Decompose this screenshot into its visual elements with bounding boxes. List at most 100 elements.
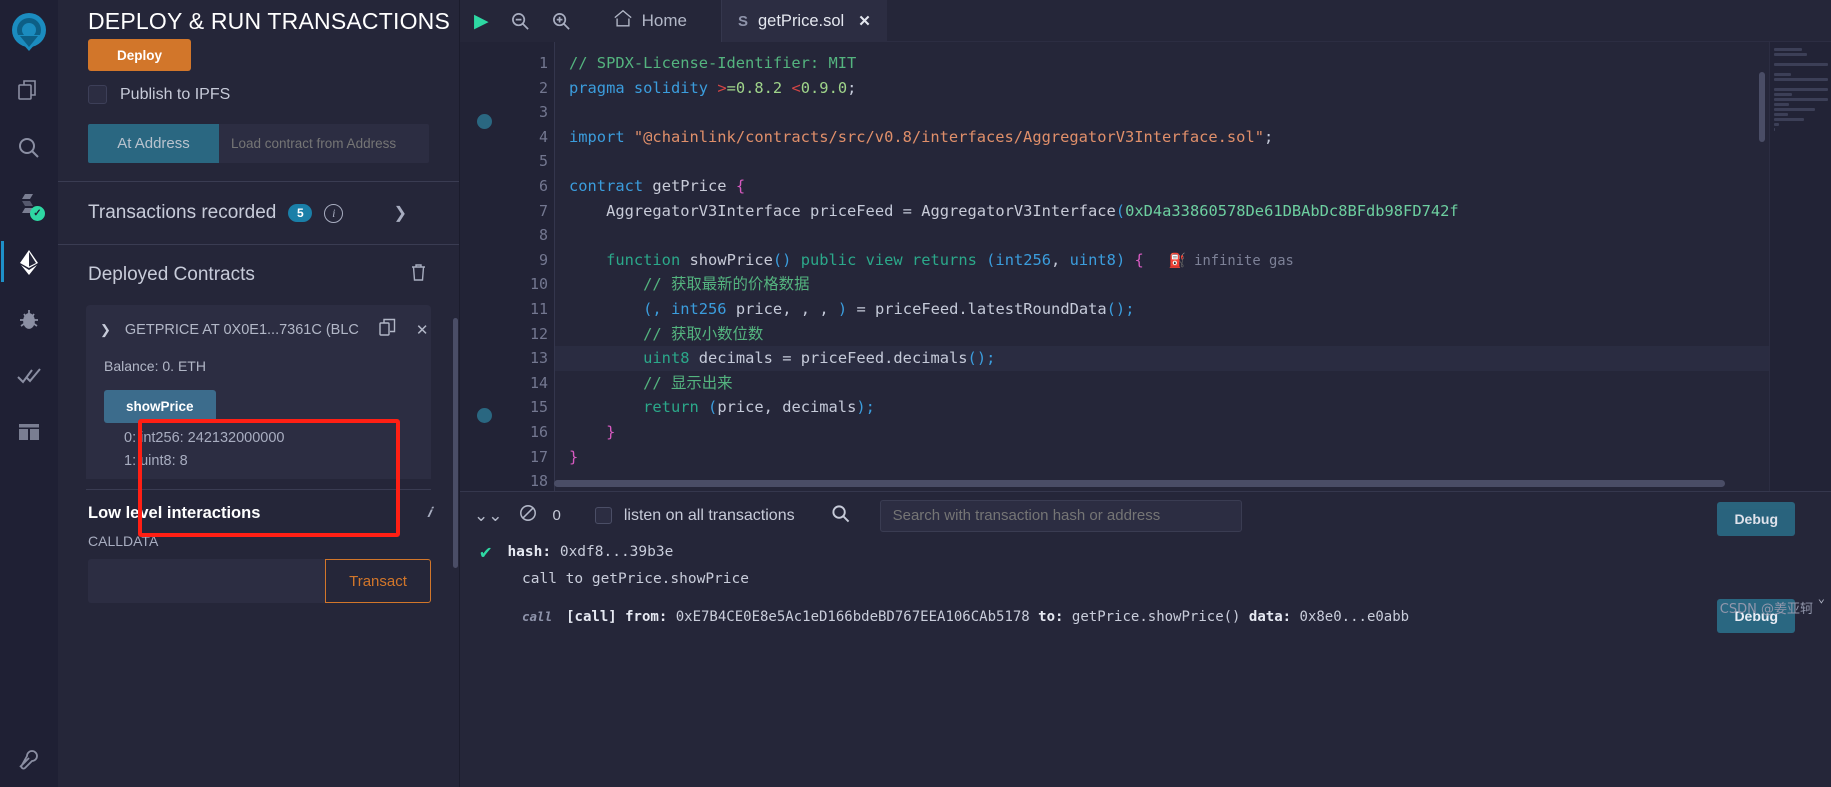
log-call-detail: [call] from: 0xE7B4CE0E8e5Ac1eD166bdeBD7…	[566, 609, 1409, 625]
sidebar-item-plugin-manager[interactable]	[1, 404, 57, 461]
sidebar-item-deploy-run[interactable]	[1, 233, 57, 290]
chevron-down-icon[interactable]: ❯	[100, 322, 111, 338]
minimap-line	[1774, 123, 1779, 126]
transactions-recorded-row[interactable]: Transactions recorded 5 i ❯	[58, 182, 459, 244]
zoom-in-icon[interactable]	[552, 12, 571, 31]
activity-icon-bar: ✓	[0, 0, 58, 787]
terminal-toolbar: ⌄⌄ 0 listen on all transactions	[460, 492, 1831, 539]
close-icon[interactable]: ✕	[858, 12, 871, 30]
info-icon[interactable]: 𝒊	[427, 506, 431, 522]
at-address-input[interactable]	[219, 124, 429, 163]
panel-scrollbar[interactable]	[453, 318, 458, 568]
contract-function-area: showPrice 0: int256: 242132000000 1: uin…	[86, 384, 431, 479]
contract-card-header[interactable]: ❯ GETPRICE AT 0X0E1...7361C (BLC ✕	[86, 305, 431, 354]
copy-icon[interactable]	[379, 318, 396, 341]
terminal-search-input[interactable]	[879, 499, 1242, 532]
sidebar-item-solidity-compiler[interactable]: ✓	[1, 176, 57, 233]
code-line[interactable]	[555, 223, 1831, 248]
from-label: from:	[625, 609, 668, 625]
code-line[interactable]: // 获取最新的价格数据	[555, 272, 1831, 297]
terminal-panel: ⌄⌄ 0 listen on all transactions Search w…	[460, 491, 1831, 787]
breakpoint-line14[interactable]	[477, 408, 492, 423]
search-icon[interactable]	[831, 504, 850, 528]
calldata-row: Transact	[88, 559, 431, 603]
clear-console-icon[interactable]	[519, 504, 537, 527]
close-icon[interactable]: ✕	[416, 321, 429, 339]
tab-strip-filler	[886, 0, 1831, 42]
editor-minimap[interactable]	[1769, 42, 1831, 491]
code-line[interactable]: contract getPrice {	[555, 174, 1831, 199]
transactions-recorded-count: 5	[288, 204, 313, 222]
code-line[interactable]: return (price, decimals);	[555, 395, 1831, 420]
page-title: DEPLOY & RUN TRANSACTIONS ✔ ❯	[58, 0, 459, 35]
code-line[interactable]: // SPDX-License-Identifier: MIT	[555, 51, 1831, 76]
deployed-contract-card: ❯ GETPRICE AT 0X0E1...7361C (BLC ✕ Balan…	[86, 305, 431, 479]
minimap-line	[1774, 53, 1808, 56]
line-number: 10	[529, 275, 548, 294]
code-line[interactable]: uint8 decimals = priceFeed.decimals();	[555, 346, 1831, 371]
line-number: 17	[529, 447, 548, 466]
zoom-out-icon[interactable]	[511, 12, 530, 31]
code-line[interactable]: AggregatorV3Interface priceFeed = Aggreg…	[555, 199, 1831, 224]
code-line[interactable]: pragma solidity >=0.8.2 <0.9.0;	[555, 76, 1831, 101]
code-line[interactable]: // 获取小数位数	[555, 322, 1831, 347]
minimap-line	[1774, 98, 1828, 101]
home-tab[interactable]: Home	[593, 0, 707, 42]
code-line[interactable]: function showPrice() public view returns…	[555, 248, 1831, 273]
line-number: 1	[538, 54, 548, 72]
line-number: 12	[529, 324, 548, 343]
chevron-right-icon[interactable]: ❯	[394, 203, 407, 223]
transact-button[interactable]: Transact	[325, 559, 431, 603]
minimap-line	[1774, 93, 1792, 96]
editor-horizontal-scrollbar[interactable]	[554, 480, 1725, 487]
log-entry-detail: call [call] from: 0xE7B4CE0E8e5Ac1eD166b…	[474, 587, 1817, 625]
minimap-line	[1774, 113, 1788, 116]
code-line[interactable]	[555, 100, 1831, 125]
publish-ipfs-row[interactable]: Publish to IPFS	[88, 85, 459, 104]
solidity-file-icon: S	[737, 12, 748, 30]
hash-value: 0xdf8...39b3e	[559, 544, 674, 560]
sidebar-item-file-explorer[interactable]	[1, 62, 57, 119]
home-tab-label: Home	[641, 11, 687, 30]
success-check-icon: ✔	[480, 541, 492, 563]
log-entry-header[interactable]: ✔ hash: 0xdf8...39b3e	[474, 539, 1817, 563]
code-line[interactable]	[555, 149, 1831, 174]
contract-balance: Balance: 0. ETH	[104, 358, 206, 374]
collapse-icon[interactable]: ⌄⌄	[474, 506, 503, 526]
compiled-check-icon: ✓	[30, 206, 45, 221]
chevron-down-icon[interactable]: ⌄	[1818, 591, 1825, 605]
listen-checkbox[interactable]	[594, 507, 612, 524]
sidebar-item-solidity-analyzers[interactable]	[1, 347, 57, 404]
code-line[interactable]: // 显示出来	[555, 371, 1831, 396]
from-value: 0xE7B4CE0E8e5Ac1eD166bdeBD767EEA106CAb51…	[675, 609, 1030, 625]
editor-vertical-scrollbar[interactable]	[1759, 72, 1765, 142]
breakpoint-line2[interactable]	[477, 114, 492, 129]
code-content[interactable]: // SPDX-License-Identifier: MIT pragma so…	[554, 42, 1831, 491]
low-level-interactions-label: Low level interactions	[88, 504, 261, 522]
minimap-line	[1774, 103, 1790, 106]
sidebar-item-debugger[interactable]	[1, 290, 57, 347]
info-icon[interactable]: i	[324, 203, 344, 223]
detail-prefix: [call]	[566, 609, 617, 625]
trash-icon[interactable]	[410, 263, 427, 287]
publish-ipfs-checkbox[interactable]	[88, 85, 107, 104]
code-line[interactable]: }	[555, 445, 1831, 470]
breakpoint-gutter[interactable]	[460, 42, 508, 491]
at-address-button[interactable]: At Address	[88, 124, 219, 163]
listen-all-transactions[interactable]: listen on all transactions	[594, 507, 795, 525]
deploy-button[interactable]: Deploy	[88, 39, 191, 71]
code-line[interactable]: (, int256 price, , , ) = priceFeed.lates…	[555, 297, 1831, 322]
sidebar-item-settings[interactable]	[1, 730, 57, 787]
sidebar-item-search[interactable]	[1, 119, 57, 176]
showprice-button[interactable]: showPrice	[104, 390, 216, 423]
terminal-log: Debug ✔ hash: 0xdf8...39b3e call to getP…	[460, 502, 1831, 633]
tab-getprice-sol[interactable]: S getPrice.sol ✕	[721, 0, 887, 42]
code-line[interactable]: import "@chainlink/contracts/src/v0.8/in…	[555, 125, 1831, 150]
run-icon[interactable]: ▶	[474, 10, 489, 33]
minimap-line	[1774, 78, 1828, 81]
panel-body: Deploy Publish to IPFS At Address Transa…	[58, 35, 459, 603]
code-line[interactable]: }	[555, 420, 1831, 445]
debug-button-previous[interactable]: Debug	[1717, 502, 1795, 536]
calldata-input[interactable]	[88, 559, 325, 603]
call-tag-icon: call	[522, 609, 553, 624]
